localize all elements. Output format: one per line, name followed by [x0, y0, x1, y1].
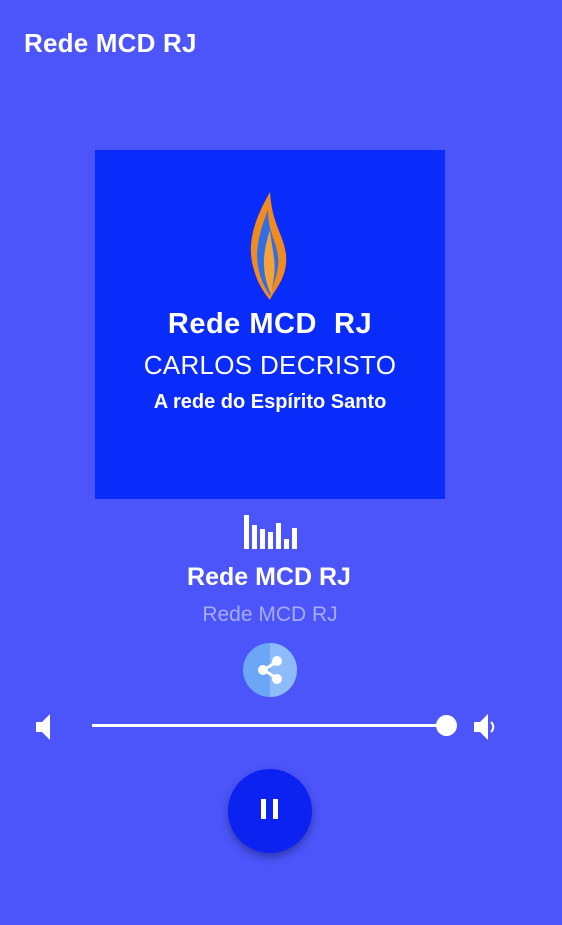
volume-slider-thumb[interactable] — [436, 715, 458, 736]
cover-title: Rede MCD RJ — [167, 308, 373, 340]
pause-button[interactable] — [228, 769, 312, 853]
cover-tagline: A rede do Espírito Santo — [153, 391, 387, 413]
app-title: Rede MCD RJ — [24, 28, 197, 58]
station-name: Rede MCD RJ — [187, 563, 351, 591]
volume-low-icon[interactable] — [35, 712, 55, 742]
share-button[interactable] — [243, 643, 297, 697]
share-icon — [258, 656, 282, 684]
volume-slider-fill — [92, 724, 447, 727]
volume-slider[interactable] — [92, 715, 458, 736]
volume-high-icon[interactable] — [473, 712, 495, 742]
flame-logo — [250, 192, 287, 300]
album-cover: Rede MCD RJ CARLOS DECRISTO A rede do Es… — [95, 150, 445, 499]
cover-subtitle: CARLOS DECRISTO — [143, 350, 397, 380]
station-subtitle: Rede MCD RJ — [202, 603, 338, 626]
equalizer-icon — [244, 515, 297, 549]
